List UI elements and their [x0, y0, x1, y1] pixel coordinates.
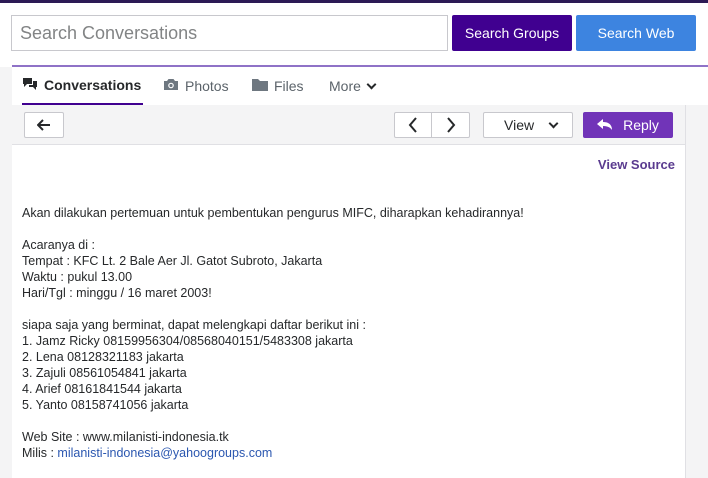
- tab-label: More: [329, 78, 361, 94]
- camera-icon: [163, 78, 179, 94]
- view-source-link[interactable]: View Source: [598, 157, 675, 172]
- reply-icon: [597, 119, 613, 130]
- message-body: Akan dilakukan pertemuan untuk pembentuk…: [22, 205, 682, 461]
- tab-photos[interactable]: Photos: [163, 67, 229, 105]
- milis-prefix: Milis :: [22, 446, 58, 460]
- website-line: Web Site : www.milanisti-indonesia.tk: [22, 430, 229, 444]
- tab-more[interactable]: More: [329, 67, 377, 105]
- list-item: 5. Yanto 08158741056 jakarta: [22, 398, 189, 412]
- event-line: Tempat : KFC Lt. 2 Bale Aer Jl. Gatot Su…: [22, 254, 323, 268]
- search-bar: Search Groups Search Web: [0, 3, 708, 65]
- event-line: Hari/Tgl : minggu / 16 maret 2003!: [22, 286, 212, 300]
- tab-label: Photos: [185, 78, 229, 94]
- search-input[interactable]: [11, 15, 448, 51]
- event-line: Waktu : pukul 13.00: [22, 270, 133, 284]
- back-button[interactable]: [24, 112, 64, 138]
- search-web-button[interactable]: Search Web: [576, 15, 696, 51]
- milis-email-link[interactable]: milanisti-indonesia@yahoogroups.com: [57, 446, 272, 460]
- tab-label: Files: [274, 78, 304, 94]
- next-message-button[interactable]: [432, 112, 470, 138]
- message-intro: Akan dilakukan pertemuan untuk pembentuk…: [22, 206, 524, 220]
- arrow-left-icon: [37, 119, 50, 131]
- tab-conversations[interactable]: Conversations: [22, 67, 144, 105]
- milis-line: Milis : milanisti-indonesia@yahoogroups.…: [22, 445, 682, 461]
- list-item: 4. Arief 08161841544 jakarta: [22, 382, 182, 396]
- left-rail: [0, 67, 12, 478]
- list-item: 2. Lena 08128321183 jakarta: [22, 350, 184, 364]
- tab-bar: Conversations Photos Files More: [12, 67, 708, 105]
- reply-label: Reply: [623, 117, 659, 133]
- list-intro: siapa saja yang berminat, dapat melengka…: [22, 318, 366, 332]
- view-label: View: [504, 117, 535, 133]
- event-line: Acaranya di :: [22, 238, 95, 252]
- reply-button[interactable]: Reply: [583, 112, 673, 138]
- search-groups-button[interactable]: Search Groups: [452, 15, 572, 51]
- conversations-icon: [22, 77, 38, 94]
- list-item: 3. Zajuli 08561054841 jakarta: [22, 366, 187, 380]
- view-dropdown[interactable]: View: [483, 112, 573, 138]
- chevron-left-icon: [408, 117, 417, 133]
- list-item: 1. Jamz Ricky 08159956304/08568040151/54…: [22, 334, 353, 348]
- tab-files[interactable]: Files: [252, 67, 304, 105]
- folder-icon: [252, 78, 268, 94]
- tab-label: Conversations: [44, 77, 142, 93]
- right-rail: [686, 105, 708, 478]
- chevron-down-icon: [548, 118, 559, 128]
- chevron-right-icon: [446, 117, 455, 133]
- chevron-down-icon: [366, 79, 377, 89]
- message-toolbar: View Reply: [12, 105, 685, 145]
- previous-message-button[interactable]: [394, 112, 432, 138]
